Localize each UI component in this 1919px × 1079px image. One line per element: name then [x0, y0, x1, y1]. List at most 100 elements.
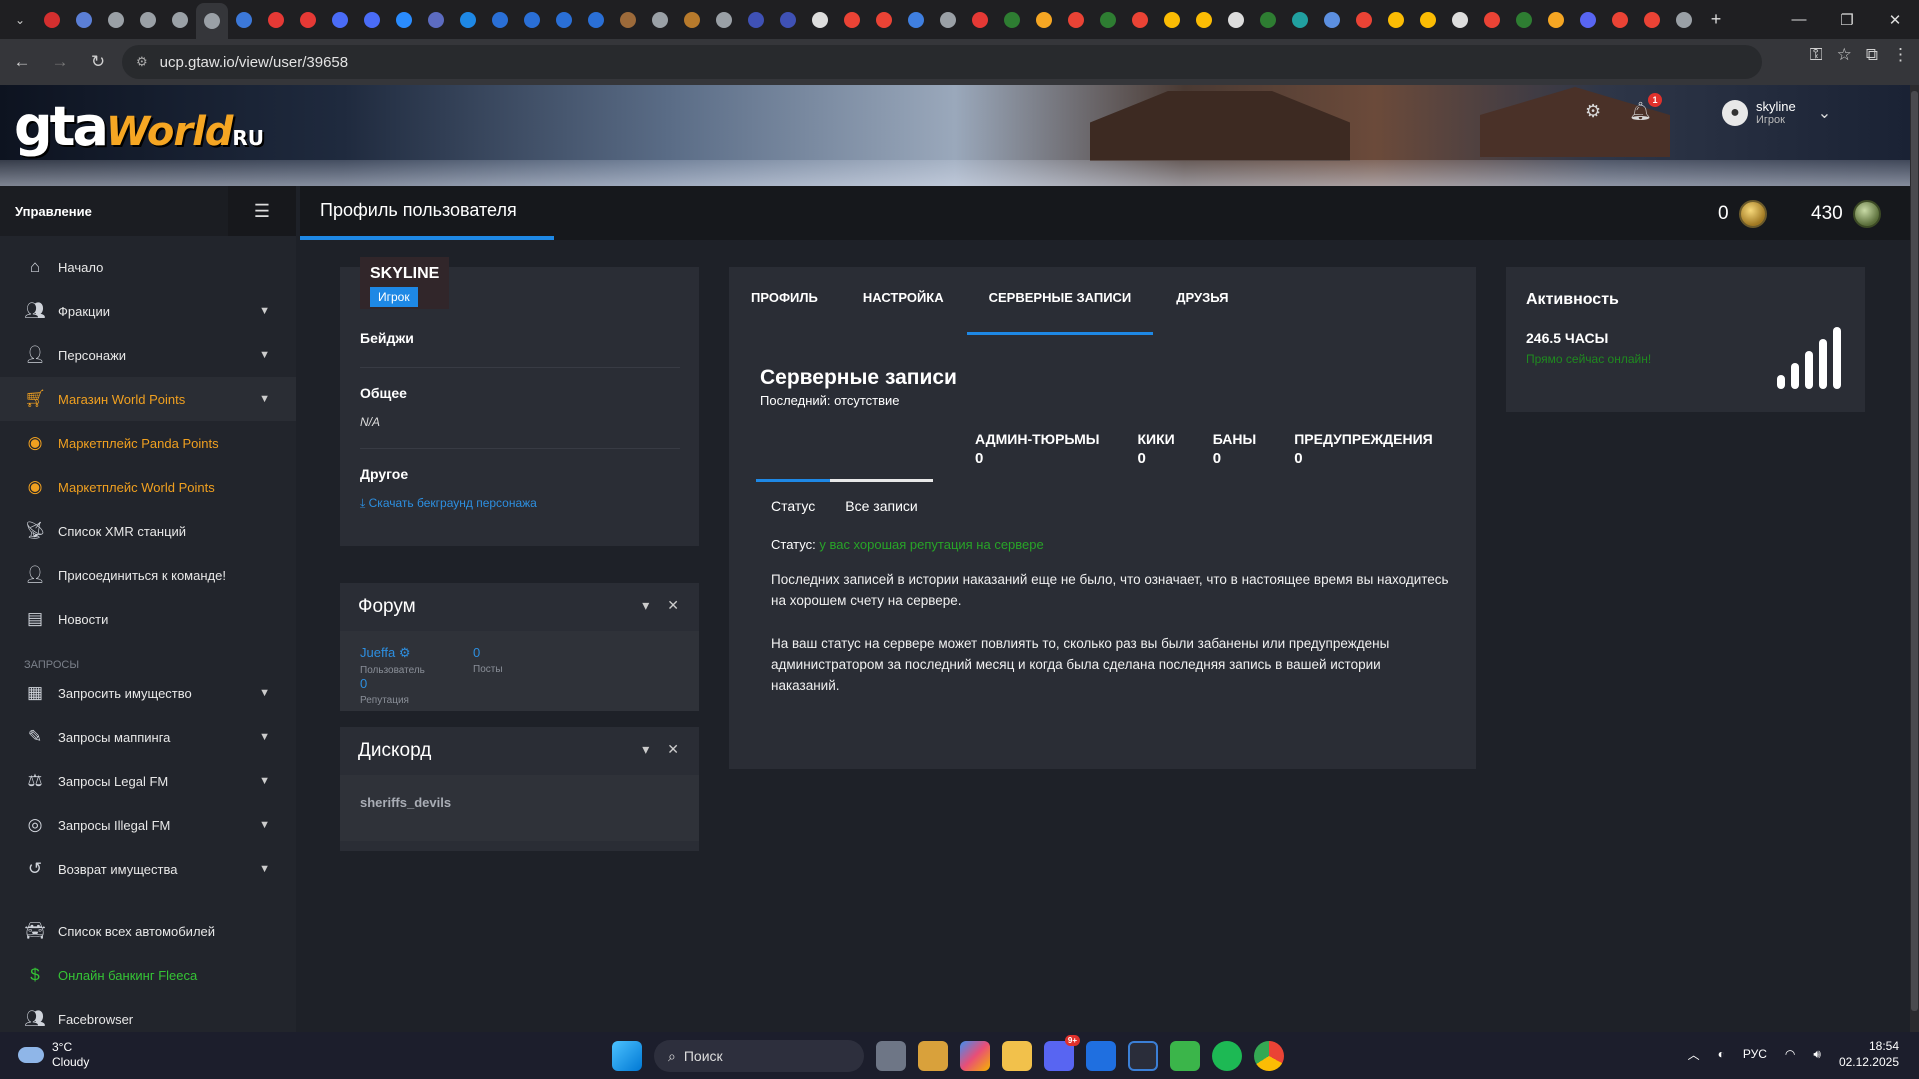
browser-tab[interactable] — [1380, 4, 1412, 36]
browser-tab[interactable] — [260, 4, 292, 36]
user-menu[interactable]: ● skyline Игрок ⌄ — [1722, 99, 1831, 126]
settings-gear-icon[interactable]: ⚙ — [1585, 101, 1601, 122]
browser-tab[interactable] — [292, 4, 324, 36]
sidebar-item-characters[interactable]: 👤︎ Персонажи ▼ — [0, 333, 296, 377]
scrollbar-thumb[interactable] — [1911, 91, 1918, 1011]
volume-icon[interactable]: 🔊︎ — [1813, 1047, 1821, 1062]
browser-tab[interactable] — [1572, 4, 1604, 36]
sidebar-item-news[interactable]: ▤ Новости — [0, 597, 296, 641]
browser-tab[interactable] — [580, 4, 612, 36]
extensions-icon[interactable]: ⧉ — [1866, 45, 1878, 65]
collapse-caret-icon[interactable]: ▾ — [642, 597, 649, 614]
spotify-icon[interactable] — [1212, 1041, 1242, 1071]
url-field[interactable]: ⚙ ucp.gtaw.io/view/user/39658 — [122, 45, 1762, 79]
tab-server-records[interactable]: СЕРВЕРНЫЕ ЗАПИСИ — [966, 290, 1153, 335]
hamburger-menu-icon[interactable]: ☰ — [228, 186, 296, 236]
browser-tab[interactable] — [484, 4, 516, 36]
browser-tab[interactable] — [1476, 4, 1508, 36]
sidebar-item-home[interactable]: ⌂ Начало — [0, 245, 296, 289]
browser-tab[interactable] — [804, 4, 836, 36]
wifi-icon[interactable]: ◠ — [1785, 1047, 1795, 1061]
sidebar-item-panda-marketplace[interactable]: ◉ Маркетплейс Panda Points — [0, 421, 296, 465]
browser-tab[interactable] — [1252, 4, 1284, 36]
browser-tab[interactable] — [164, 4, 196, 36]
bookmark-star-icon[interactable]: ☆ — [1837, 45, 1852, 65]
tab-profile[interactable]: ПРОФИЛЬ — [751, 290, 818, 335]
back-button[interactable]: ← — [6, 46, 38, 78]
sidebar-item-world-marketplace[interactable]: ◉ Маркетплейс World Points — [0, 465, 296, 509]
copilot-icon[interactable] — [960, 1041, 990, 1071]
tab-friends[interactable]: ДРУЗЬЯ — [1176, 290, 1228, 335]
subtab-status[interactable]: Статус — [756, 479, 831, 524]
browser-tab[interactable] — [676, 4, 708, 36]
windows-start-icon[interactable] — [612, 1041, 642, 1071]
page-scrollbar[interactable] — [1910, 85, 1919, 1032]
weather-widget[interactable]: 3°C Cloudy — [18, 1040, 89, 1070]
new-tab-button[interactable]: + — [1700, 4, 1732, 36]
sidebar-item-join-team[interactable]: 👤︎ Присоединиться к команде! — [0, 553, 296, 597]
tab-list-button[interactable]: ⌄ — [4, 4, 36, 36]
sidebar-item-facebrowser[interactable]: 👥︎ Facebrowser — [0, 997, 296, 1032]
site-logo[interactable]: gtaWorldRU — [14, 95, 264, 158]
browser-tab[interactable] — [356, 4, 388, 36]
sidebar-item-request-property[interactable]: ▦ Запросить имущество ▼ — [0, 671, 296, 715]
site-info-icon[interactable]: ⚙ — [136, 54, 148, 70]
browser-tab[interactable] — [196, 3, 228, 39]
browser-tab[interactable] — [548, 4, 580, 36]
sidebar-item-fleeca-banking[interactable]: $ Онлайн банкинг Fleeca — [0, 953, 296, 997]
browser-tab[interactable] — [1188, 4, 1220, 36]
clock[interactable]: 18:54 02.12.2025 — [1839, 1038, 1899, 1070]
browser-tab[interactable] — [772, 4, 804, 36]
browser-tab[interactable] — [36, 4, 68, 36]
sidebar-item-factions[interactable]: 👥︎ Фракции ▼ — [0, 289, 296, 333]
browser-tab[interactable] — [996, 4, 1028, 36]
browser-tab[interactable] — [1668, 4, 1700, 36]
browser-tab[interactable] — [740, 4, 772, 36]
close-icon[interactable]: ✕ — [667, 741, 679, 758]
browser-tab[interactable] — [1124, 4, 1156, 36]
subtab-all-records[interactable]: Все записи — [830, 479, 933, 524]
browser-tab[interactable] — [1636, 4, 1668, 36]
forum-user-link[interactable]: Jueffa ⚙ — [360, 645, 473, 661]
browser-tab[interactable] — [1348, 4, 1380, 36]
close-icon[interactable]: ✕ — [667, 597, 679, 614]
app-window-icon[interactable] — [1086, 1041, 1116, 1071]
browser-tab[interactable] — [1444, 4, 1476, 36]
utorrent-icon[interactable] — [1170, 1041, 1200, 1071]
close-window-button[interactable]: ✕ — [1871, 0, 1919, 39]
download-background-link[interactable]: ⤓ Скачать бекграунд персонажа — [360, 496, 537, 511]
browser-tab[interactable] — [612, 4, 644, 36]
browser-tab[interactable] — [1540, 4, 1572, 36]
task-view-icon[interactable] — [876, 1041, 906, 1071]
menu-dots-icon[interactable]: ⋮ — [1892, 45, 1909, 65]
browser-tab[interactable] — [324, 4, 356, 36]
tab-settings[interactable]: НАСТРОЙКА — [863, 290, 944, 335]
browser-tab[interactable] — [932, 4, 964, 36]
tray-chevron-up-icon[interactable]: ︿ — [1688, 1046, 1700, 1063]
file-explorer-icon[interactable] — [1002, 1041, 1032, 1071]
maximize-button[interactable]: ❐ — [1823, 0, 1871, 39]
sidebar-item-xmr-stations[interactable]: 📡︎ Список XMR станций — [0, 509, 296, 553]
store-icon[interactable] — [918, 1041, 948, 1071]
discord-icon[interactable]: 9+ — [1044, 1035, 1080, 1071]
browser-tab[interactable] — [964, 4, 996, 36]
reload-button[interactable]: ↻ — [82, 46, 114, 78]
sidebar-item-world-points-shop[interactable]: 🛒︎ Магазин World Points ▼ — [0, 377, 296, 421]
browser-tab[interactable] — [68, 4, 100, 36]
browser-tab[interactable] — [1156, 4, 1188, 36]
sidebar-item-property-return[interactable]: ↺ Возврат имущества ▼ — [0, 847, 296, 891]
notifications-bell-icon[interactable]: 🔔︎ 1 — [1629, 93, 1662, 122]
key-icon[interactable]: ⚿ — [1810, 45, 1823, 65]
browser-tab[interactable] — [388, 4, 420, 36]
browser-tab[interactable] — [132, 4, 164, 36]
tray-app-icon[interactable]: ◐ — [1718, 1047, 1725, 1061]
browser-tab[interactable] — [1060, 4, 1092, 36]
browser-tab[interactable] — [868, 4, 900, 36]
browser-tab[interactable] — [516, 4, 548, 36]
minimize-button[interactable]: — — [1775, 0, 1823, 39]
browser-tab[interactable] — [1412, 4, 1444, 36]
forward-button[interactable]: → — [44, 46, 76, 78]
browser-tab[interactable] — [452, 4, 484, 36]
browser-tab[interactable] — [900, 4, 932, 36]
browser-tab[interactable] — [1028, 4, 1060, 36]
